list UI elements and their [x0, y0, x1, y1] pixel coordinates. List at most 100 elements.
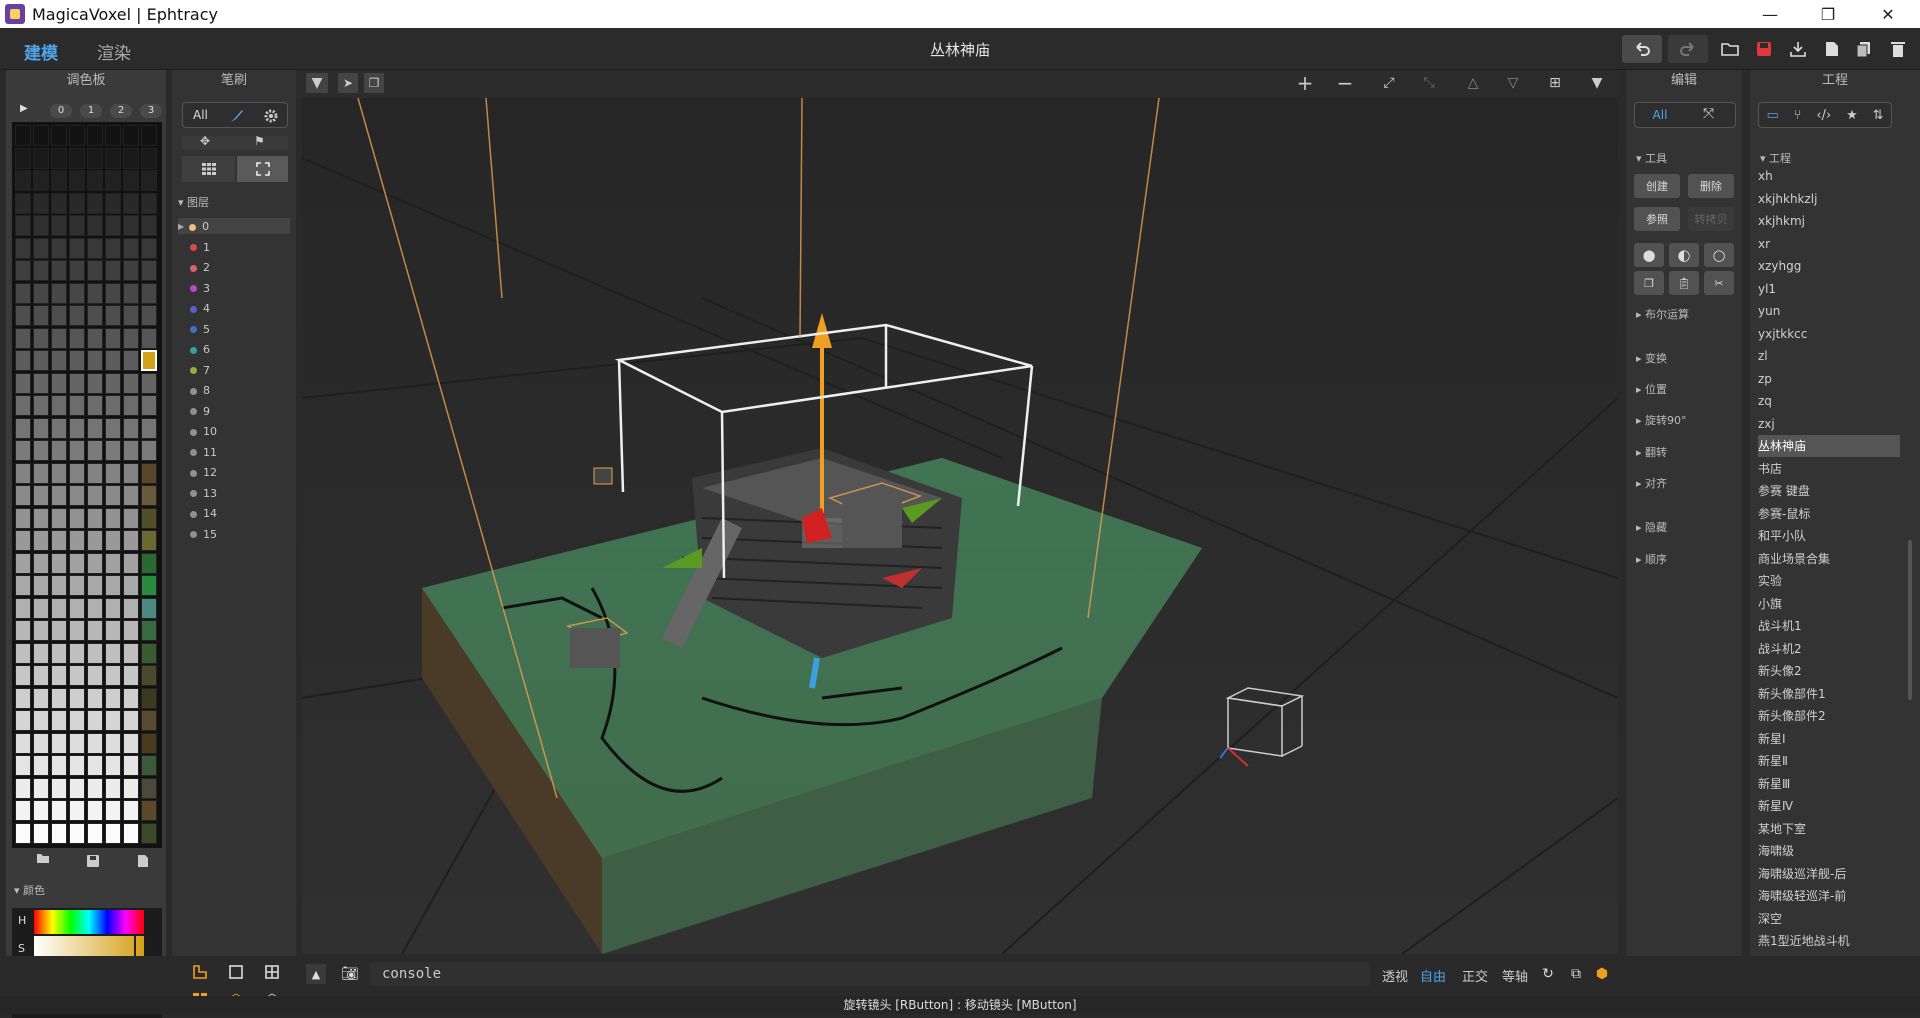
project-item[interactable]: xh	[1758, 165, 1773, 187]
palette-new-button[interactable]	[128, 852, 158, 870]
palette-swatch[interactable]	[123, 597, 139, 619]
palette-swatch[interactable]	[69, 417, 85, 439]
palette-swatch[interactable]	[87, 822, 103, 844]
palette-swatch[interactable]	[123, 372, 139, 394]
palette-swatch[interactable]	[87, 687, 103, 709]
palette-swatch[interactable]	[33, 597, 49, 619]
palette-swatch[interactable]	[123, 755, 139, 776]
palette-swatch[interactable]	[69, 305, 85, 326]
palette-swatch[interactable]	[123, 620, 139, 641]
order-section[interactable]: ▸ 顺序	[1636, 551, 1667, 567]
palette-swatch[interactable]	[141, 170, 157, 191]
project-item[interactable]: 新头像部件1	[1758, 683, 1826, 705]
palette-swatch[interactable]	[141, 417, 157, 439]
console-input[interactable]: console	[370, 962, 1370, 986]
reference-button[interactable]: 参照	[1634, 207, 1680, 231]
palette-swatch[interactable]	[87, 192, 103, 214]
project-item[interactable]: 战斗机2	[1758, 638, 1802, 660]
palette-swatch[interactable]	[87, 755, 103, 776]
palette-swatch[interactable]	[141, 462, 157, 484]
star-filter-icon[interactable]: ★	[1846, 108, 1858, 123]
box-view-icon[interactable]: ⬢	[1592, 964, 1612, 984]
palette-swatch[interactable]	[87, 530, 103, 551]
palette-swatch[interactable]	[33, 125, 49, 146]
palette-swatch[interactable]	[141, 125, 157, 146]
palette-swatch[interactable]	[141, 620, 157, 641]
layer-color-dot[interactable]	[190, 326, 197, 333]
layer-item[interactable]: 4	[190, 300, 210, 318]
palette-swatch[interactable]	[123, 552, 139, 574]
palette-swatch[interactable]	[123, 822, 139, 844]
scale-up-button[interactable]: ⤢	[1378, 73, 1400, 93]
palette-swatch[interactable]	[69, 462, 85, 484]
palette-swatch[interactable]	[51, 192, 67, 214]
palette-swatch[interactable]	[123, 777, 139, 799]
export-button[interactable]	[1786, 35, 1810, 63]
palette-swatch[interactable]	[105, 642, 121, 664]
palette-swatch[interactable]	[105, 417, 121, 439]
project-section-header[interactable]: ▾ 工程	[1760, 150, 1791, 166]
palette-swatch[interactable]	[15, 260, 31, 281]
palette-swatch[interactable]	[87, 372, 103, 394]
palette-swatch[interactable]	[141, 215, 157, 236]
palette-swatch[interactable]	[105, 822, 121, 844]
palette-swatch[interactable]	[141, 575, 157, 596]
palette-swatch[interactable]	[141, 395, 157, 416]
palette-swatch[interactable]	[15, 777, 31, 799]
project-item[interactable]: xkjhkhkzlj	[1758, 188, 1817, 210]
position-section[interactable]: ▸ 位置	[1636, 381, 1667, 397]
palette-swatch[interactable]	[123, 710, 139, 731]
palette-swatch[interactable]	[141, 147, 157, 169]
palette-swatch[interactable]	[15, 192, 31, 214]
palette-swatch[interactable]	[87, 485, 103, 506]
palette-swatch[interactable]	[69, 710, 85, 731]
palette-swatch[interactable]	[87, 147, 103, 169]
palette-swatch[interactable]	[69, 597, 85, 619]
layer-item[interactable]: 11	[190, 444, 217, 462]
palette-save-button[interactable]	[78, 852, 108, 870]
view-options-button[interactable]: ▼	[1586, 73, 1608, 93]
project-item[interactable]: xr	[1758, 233, 1770, 255]
palette-swatch[interactable]	[69, 755, 85, 776]
palette-swatch[interactable]	[15, 170, 31, 191]
perspective-mode[interactable]: 透视	[1382, 966, 1408, 985]
palette-swatch[interactable]	[51, 215, 67, 236]
palette-swatch[interactable]	[69, 282, 85, 304]
palette-swatch[interactable]	[33, 822, 49, 844]
palette-swatch[interactable]	[15, 665, 31, 686]
palette-swatch[interactable]	[105, 237, 121, 259]
palette-swatch[interactable]	[51, 687, 67, 709]
palette-swatch[interactable]	[33, 327, 49, 349]
palette-swatch[interactable]	[141, 305, 157, 326]
palette-swatch[interactable]	[87, 440, 103, 461]
project-item[interactable]: 参赛-鼠标	[1758, 503, 1810, 525]
palette-swatch[interactable]	[141, 282, 157, 304]
palette-swatch[interactable]	[123, 575, 139, 596]
palette-swatch[interactable]	[51, 710, 67, 731]
palette-swatch[interactable]	[15, 552, 31, 574]
layer-item[interactable]: 1	[190, 239, 210, 257]
palette-swatch[interactable]	[87, 125, 103, 146]
palette-swatch[interactable]	[69, 822, 85, 844]
expand-icon[interactable]: ⤧	[1703, 106, 1714, 122]
palette-swatch[interactable]	[105, 440, 121, 461]
layers-section-header[interactable]: ▾ 图层	[178, 194, 209, 210]
layer-item[interactable]: 5	[190, 321, 210, 339]
project-item[interactable]: 某地下室	[1758, 818, 1806, 840]
layer-item[interactable]: 7	[190, 362, 210, 380]
palette-swatch[interactable]	[15, 147, 31, 169]
palette-swatch[interactable]	[15, 372, 31, 394]
project-item[interactable]: 小旗	[1758, 593, 1782, 615]
palette-swatch[interactable]	[15, 687, 31, 709]
copy-button[interactable]: ❐	[1634, 271, 1664, 295]
palette-swatch[interactable]	[123, 507, 139, 529]
palette-swatch[interactable]	[105, 282, 121, 304]
layer-item[interactable]: 2	[190, 259, 210, 277]
palette-swatch[interactable]	[69, 665, 85, 686]
palette-swatch[interactable]	[87, 597, 103, 619]
project-item[interactable]: xzyhgg	[1758, 255, 1801, 277]
palette-swatch[interactable]	[15, 710, 31, 731]
palette-swatch[interactable]	[33, 440, 49, 461]
empty-circle-button[interactable]: ○	[1704, 243, 1734, 267]
project-item[interactable]: 和平小队	[1758, 525, 1806, 547]
